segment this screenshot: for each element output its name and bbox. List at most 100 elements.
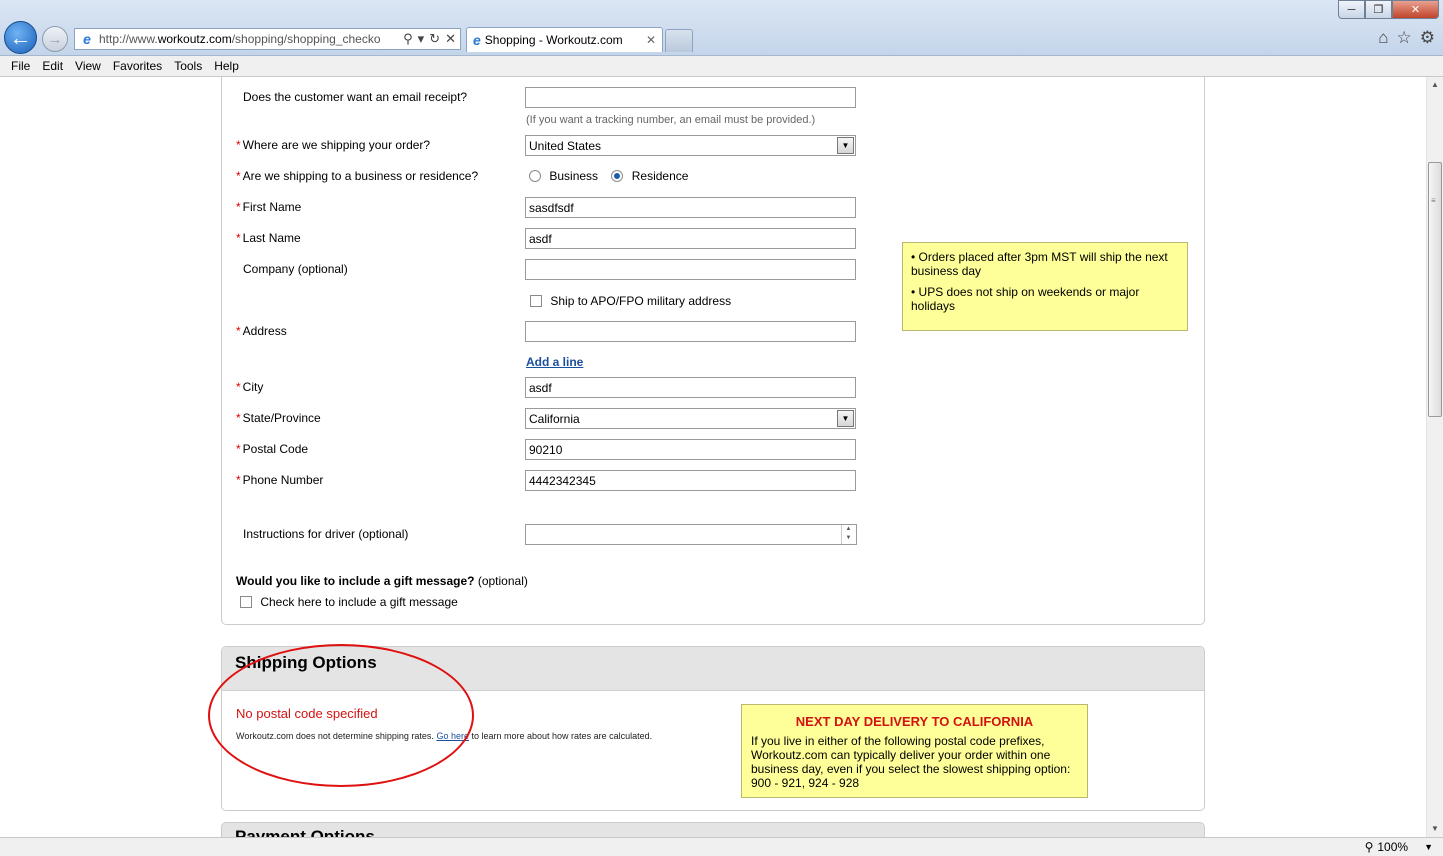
page-scrollbar[interactable]: ▲ ≡ ▼ xyxy=(1426,77,1443,837)
last-name-input[interactable] xyxy=(525,228,856,249)
business-radio-group: Business Residence xyxy=(529,169,688,183)
settings-gear-icon[interactable]: ⚙ xyxy=(1420,28,1435,48)
notice-item-weekends: • UPS does not ship on weekends or major… xyxy=(911,285,1140,313)
shipping-address-panel: Does the customer want an email receipt?… xyxy=(221,77,1205,625)
gift-checkbox[interactable] xyxy=(240,596,252,608)
postal-input[interactable] xyxy=(525,439,856,460)
apo-checkbox-label[interactable]: Ship to APO/FPO military address xyxy=(550,294,731,308)
zoom-dropdown-icon[interactable]: ▼ xyxy=(1424,842,1433,852)
city-label: * City xyxy=(236,380,264,394)
company-input[interactable] xyxy=(525,259,856,280)
scroll-down-icon[interactable]: ▼ xyxy=(1427,821,1443,837)
dropdown-icon[interactable]: ▾ xyxy=(418,31,425,47)
next-day-delivery-box: NEXT DAY DELIVERY TO CALIFORNIA If you l… xyxy=(741,704,1088,798)
apo-checkbox-group: Ship to APO/FPO military address xyxy=(530,294,731,308)
payment-options-title: Payment Options xyxy=(235,827,375,837)
gift-checkbox-label[interactable]: Check here to include a gift message xyxy=(260,595,457,609)
zoom-level: 100% xyxy=(1377,840,1409,854)
menu-file[interactable]: File xyxy=(5,59,36,73)
driver-instructions-row: Instructions for driver (optional) ▲ ▼ xyxy=(222,523,1204,545)
favorites-star-icon[interactable]: ☆ xyxy=(1397,28,1412,48)
restore-button[interactable]: ❐ xyxy=(1365,0,1392,19)
minimize-button[interactable]: ─ xyxy=(1338,0,1365,19)
phone-label: * Phone Number xyxy=(236,473,324,487)
scroll-grip-icon: ≡ xyxy=(1431,196,1436,205)
gift-question: Would you like to include a gift message… xyxy=(236,574,528,588)
country-label: * Where are we shipping your order? xyxy=(236,138,431,152)
address-bar[interactable]: e http://www.workoutz.com/shopping/shopp… xyxy=(74,28,461,50)
driver-instructions-textarea[interactable]: ▲ ▼ xyxy=(525,524,857,545)
chevron-down-icon[interactable]: ▼ xyxy=(837,410,854,427)
tab-title: Shopping - Workoutz.com xyxy=(484,33,623,47)
first-name-label: * First Name xyxy=(236,200,302,214)
gift-checkbox-group: Check here to include a gift message xyxy=(240,595,458,609)
scroll-up-icon[interactable]: ▲ xyxy=(1427,77,1443,93)
business-radio[interactable] xyxy=(529,170,541,182)
zoom-icon: ⚲ xyxy=(1364,840,1374,854)
address-label: * Address xyxy=(236,324,287,338)
menu-help[interactable]: Help xyxy=(208,59,245,73)
email-input[interactable] xyxy=(525,87,856,108)
page-viewport: Does the customer want an email receipt?… xyxy=(0,77,1426,837)
no-postal-message: No postal code specified xyxy=(236,706,378,721)
residence-radio[interactable] xyxy=(611,170,624,182)
refresh-icon[interactable]: ↻ xyxy=(429,31,440,47)
state-row: * State/Province California ▼ xyxy=(222,407,1204,429)
menu-edit[interactable]: Edit xyxy=(36,59,69,73)
menu-view[interactable]: View xyxy=(69,59,107,73)
chevron-down-icon[interactable]: ▼ xyxy=(837,137,854,154)
business-radio-label[interactable]: Business xyxy=(549,169,598,183)
ie-page-icon: e xyxy=(83,31,91,47)
status-bar: ⚲ 100% ▼ xyxy=(0,837,1443,856)
city-input[interactable] xyxy=(525,377,856,398)
browser-tab[interactable]: e Shopping - Workoutz.com ✕ xyxy=(466,27,663,52)
city-row: * City xyxy=(222,376,1204,398)
state-label: * State/Province xyxy=(236,411,321,425)
payment-options-panel: Payment Options xyxy=(221,822,1205,837)
address-url[interactable]: http://www.workoutz.com/shopping/shoppin… xyxy=(99,32,399,46)
address-input[interactable] xyxy=(525,321,856,342)
shipping-options-header: Shipping Options xyxy=(222,647,1204,691)
phone-input[interactable] xyxy=(525,470,856,491)
textarea-spinner[interactable]: ▲ ▼ xyxy=(841,525,855,544)
business-residence-row: * Are we shipping to a business or reside… xyxy=(222,165,1204,187)
first-name-row: * First Name xyxy=(222,196,1204,218)
new-tab-button[interactable] xyxy=(665,29,693,52)
add-line-link[interactable]: Add a line xyxy=(526,355,583,369)
business-residence-label: * Are we shipping to a business or reside… xyxy=(236,169,479,183)
email-receipt-label: Does the customer want an email receipt? xyxy=(243,90,468,104)
apo-checkbox[interactable] xyxy=(530,295,542,307)
tab-close-icon[interactable]: ✕ xyxy=(646,33,656,47)
forward-arrow-icon: → xyxy=(47,30,63,48)
window-controls: ─ ❐ ✕ xyxy=(1338,0,1439,19)
address-tools: ⚲ ▾ ↻ ✕ xyxy=(399,31,460,47)
stop-icon[interactable]: ✕ xyxy=(445,31,456,47)
postal-label: * Postal Code xyxy=(236,442,309,456)
shipping-notice-box: • Orders placed after 3pm MST will ship … xyxy=(902,242,1188,331)
close-window-button[interactable]: ✕ xyxy=(1392,0,1439,19)
zoom-control[interactable]: ⚲ 100% ▼ xyxy=(1365,840,1433,854)
residence-radio-label[interactable]: Residence xyxy=(632,169,689,183)
forward-button[interactable]: → xyxy=(42,26,68,52)
next-day-title: NEXT DAY DELIVERY TO CALIFORNIA xyxy=(795,714,1034,729)
state-select[interactable]: California ▼ xyxy=(525,408,856,429)
browser-toolbar-right: ⌂ ☆ ⚙ xyxy=(1378,28,1435,48)
first-name-input[interactable] xyxy=(525,197,856,218)
notice-item-cutoff: • Orders placed after 3pm MST will ship … xyxy=(911,250,1168,278)
postal-row: * Postal Code xyxy=(222,438,1204,460)
phone-row: * Phone Number xyxy=(222,469,1204,491)
menu-favorites[interactable]: Favorites xyxy=(107,59,168,73)
last-name-label: * Last Name xyxy=(236,231,301,245)
driver-instructions-label: Instructions for driver (optional) xyxy=(243,527,409,541)
home-icon[interactable]: ⌂ xyxy=(1378,28,1388,48)
rates-go-here-link[interactable]: Go here xyxy=(436,731,469,741)
shipping-options-title: Shipping Options xyxy=(235,653,377,672)
company-label: Company (optional) xyxy=(243,262,348,276)
country-select[interactable]: United States ▼ xyxy=(525,135,856,156)
rates-note: Workoutz.com does not determine shipping… xyxy=(236,731,653,741)
search-icon[interactable]: ⚲ xyxy=(403,31,413,47)
back-button[interactable]: ← xyxy=(4,21,37,54)
browser-chrome: ← → e http://www.workoutz.com/shopping/s… xyxy=(0,0,1443,56)
menu-bar: File Edit View Favorites Tools Help xyxy=(0,56,1443,77)
menu-tools[interactable]: Tools xyxy=(168,59,208,73)
